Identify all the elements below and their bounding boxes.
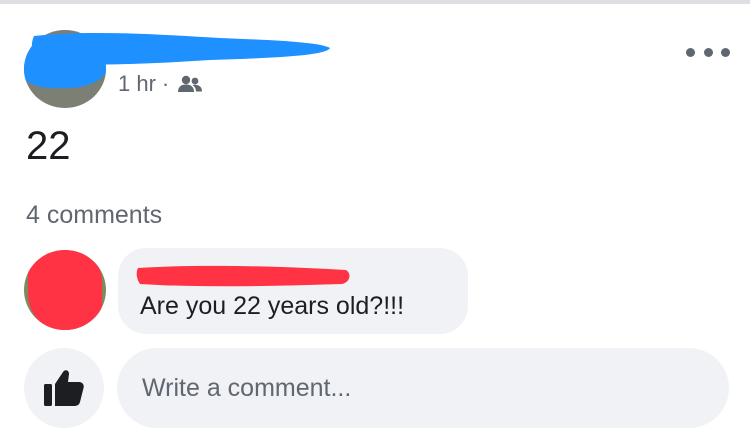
more-options-button[interactable] — [686, 42, 730, 62]
poster-name-redaction — [31, 32, 330, 65]
friends-icon[interactable] — [177, 74, 203, 94]
top-divider — [0, 0, 750, 4]
redaction-scribble — [28, 250, 102, 330]
more-horizontal-icon-dot — [721, 47, 730, 57]
like-button[interactable] — [24, 348, 104, 428]
comment-text: Are you 22 years old?!!! — [140, 292, 405, 320]
more-horizontal-icon-dot — [703, 47, 713, 57]
commenter-avatar[interactable] — [24, 250, 106, 330]
comment-count-link[interactable]: 4 comments — [26, 200, 162, 230]
meta-separator: · — [161, 71, 170, 96]
thumbs-up-icon — [44, 370, 84, 406]
post-meta: 1 hr · — [118, 70, 203, 98]
commenter-name-redaction — [136, 265, 350, 287]
comment-input[interactable] — [117, 348, 729, 428]
post-timestamp[interactable]: 1 hr — [118, 71, 156, 97]
more-horizontal-icon-dot — [686, 47, 695, 57]
comment-bubble[interactable]: Are you 22 years old?!!! — [118, 248, 468, 334]
post-text: 22 — [26, 124, 71, 168]
